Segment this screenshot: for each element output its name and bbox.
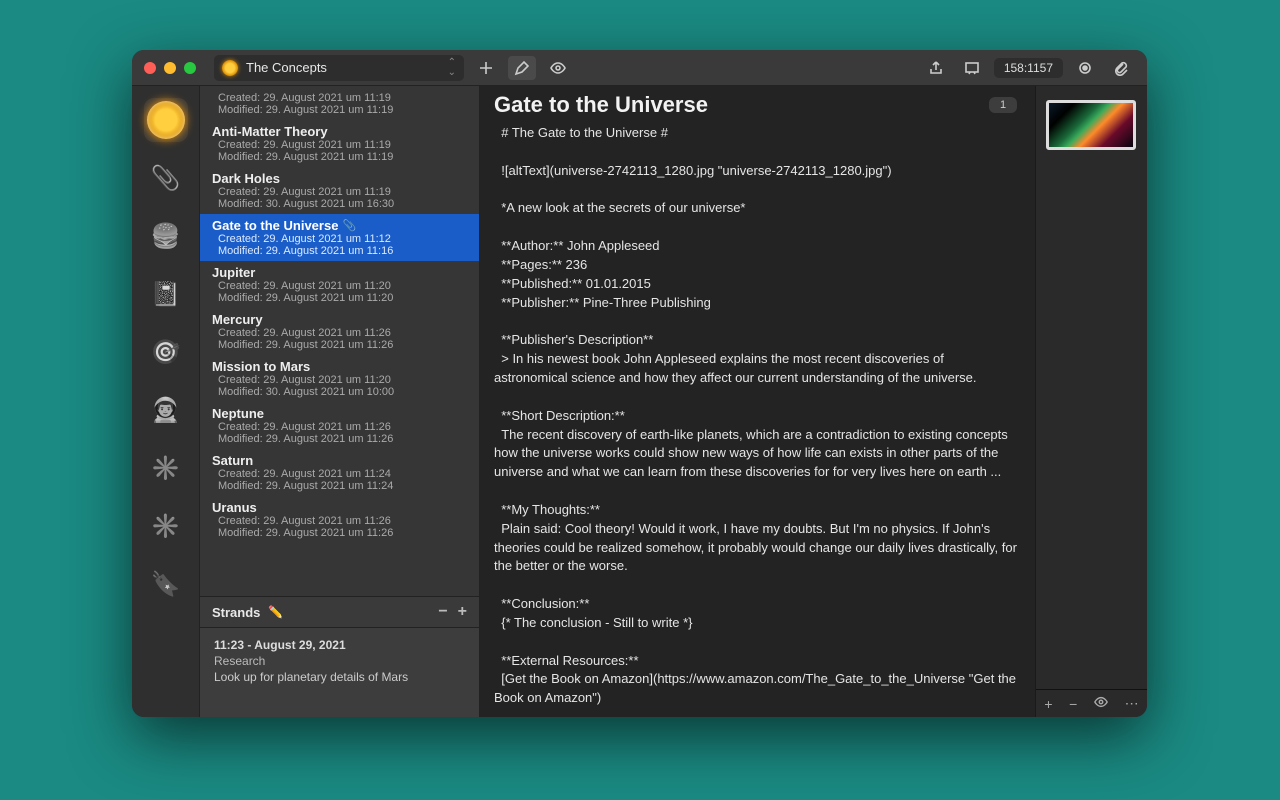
project-name: The Concepts	[246, 60, 327, 75]
note-modified: Modified: 30. August 2021 um 10:00	[212, 386, 467, 398]
note-item[interactable]: Dark HolesCreated: 29. August 2021 um 11…	[200, 167, 479, 214]
note-created: Created: 29. August 2021 um 11:26	[212, 515, 467, 527]
record-button[interactable]	[1071, 56, 1099, 80]
note-modified: Modified: 29. August 2021 um 11:26	[212, 339, 467, 351]
notes-list[interactable]: Created: 29. August 2021 um 11:19Modifie…	[200, 86, 479, 596]
strand-time: 11:23 - August 29, 2021	[214, 638, 465, 652]
window-controls	[144, 62, 196, 74]
editor-pane: Gate to the Universe 1 # The Gate to the…	[480, 86, 1035, 717]
note-item[interactable]: Mission to MarsCreated: 29. August 2021 …	[200, 355, 479, 402]
note-title: Dark Holes	[212, 171, 467, 186]
note-item[interactable]: Anti-Matter TheoryCreated: 29. August 20…	[200, 120, 479, 167]
remove-attachment-button[interactable]: −	[1069, 696, 1077, 712]
note-modified: Modified: 29. August 2021 um 11:16	[212, 245, 467, 257]
category-burger-button[interactable]: 🍔	[144, 214, 188, 258]
project-icon	[222, 60, 238, 76]
app-window: The Concepts ⌃⌄ 158:1157 📎🍔📓🎯👨‍🚀✳️✳	[132, 50, 1147, 717]
attachment-icon: 📎	[342, 219, 356, 232]
strand-detail-tray[interactable]: 11:23 - August 29, 2021 Research Look up…	[200, 627, 479, 717]
annotate-button[interactable]	[958, 56, 986, 80]
note-created: Created: 29. August 2021 um 11:26	[212, 327, 467, 339]
titlebar: The Concepts ⌃⌄ 158:1157	[132, 50, 1147, 86]
main-area: 📎 🍔 📓 🎯 👨‍🚀 ✳️ ✳️ 🔖 Created: 29. August 2021 um…	[132, 86, 1147, 717]
attachment-count-badge[interactable]: 1	[989, 97, 1017, 113]
notes-column: Created: 29. August 2021 um 11:19Modifie…	[200, 86, 480, 717]
add-strand-button[interactable]: +	[458, 603, 467, 621]
note-title: Saturn	[212, 453, 467, 468]
remove-strand-button[interactable]: −	[438, 603, 447, 621]
preview-button[interactable]	[544, 56, 572, 80]
wordcount-display[interactable]: 158:1157	[994, 58, 1063, 78]
category-character-button[interactable]: 👨‍🚀	[144, 388, 188, 432]
strand-text: Look up for planetary details of Mars	[214, 670, 465, 684]
document-title: Gate to the Universe	[494, 92, 708, 118]
edit-button[interactable]	[508, 56, 536, 80]
minimize-button[interactable]	[164, 62, 176, 74]
note-item[interactable]: UranusCreated: 29. August 2021 um 11:26M…	[200, 496, 479, 543]
note-created: Created: 29. August 2021 um 11:12	[212, 233, 467, 245]
note-item[interactable]: Created: 29. August 2021 um 11:19Modifie…	[200, 88, 479, 120]
preview-attachment-button[interactable]	[1094, 695, 1108, 712]
close-button[interactable]	[144, 62, 156, 74]
category-sun-button[interactable]	[144, 98, 188, 142]
sun-icon	[147, 101, 185, 139]
editor-column: Gate to the Universe 1 # The Gate to the…	[480, 86, 1147, 717]
project-selector[interactable]: The Concepts ⌃⌄	[214, 55, 464, 81]
add-attachment-button[interactable]: +	[1044, 696, 1052, 712]
add-button[interactable]	[472, 56, 500, 80]
thumbnail-list[interactable]	[1036, 86, 1147, 689]
note-item[interactable]: SaturnCreated: 29. August 2021 um 11:24M…	[200, 449, 479, 496]
note-created: Created: 29. August 2021 um 11:19	[212, 139, 467, 151]
attachments-panel: + − ⋯	[1035, 86, 1147, 717]
edit-icon[interactable]: ✏️	[268, 605, 283, 619]
note-title: Neptune	[212, 406, 467, 421]
category-iconbar: 📎 🍔 📓 🎯 👨‍🚀 ✳️ ✳️ 🔖	[132, 86, 200, 717]
note-created: Created: 29. August 2021 um 11:19	[212, 92, 467, 104]
note-title: Jupiter	[212, 265, 467, 280]
note-title: Anti-Matter Theory	[212, 124, 467, 139]
note-modified: Modified: 29. August 2021 um 11:26	[212, 527, 467, 539]
note-item[interactable]: JupiterCreated: 29. August 2021 um 11:20…	[200, 261, 479, 308]
note-modified: Modified: 29. August 2021 um 11:19	[212, 104, 467, 116]
attachments-toolbar: + − ⋯	[1036, 689, 1147, 717]
note-item[interactable]: Gate to the Universe📎Created: 29. August…	[200, 214, 479, 261]
category-bookmark-button[interactable]: 🔖	[144, 562, 188, 606]
note-title: Mission to Mars	[212, 359, 467, 374]
chevron-updown-icon: ⌃⌄	[448, 58, 456, 78]
document-header: Gate to the Universe 1	[480, 86, 1035, 122]
note-modified: Modified: 30. August 2021 um 16:30	[212, 198, 467, 210]
category-target-button[interactable]: 🎯	[144, 330, 188, 374]
attachments-button[interactable]	[1107, 56, 1135, 80]
note-modified: Modified: 29. August 2021 um 11:24	[212, 480, 467, 492]
attachment-thumbnail[interactable]	[1046, 100, 1136, 150]
note-modified: Modified: 29. August 2021 um 11:26	[212, 433, 467, 445]
note-created: Created: 29. August 2021 um 11:19	[212, 186, 467, 198]
note-title: Gate to the Universe📎	[212, 218, 467, 233]
note-created: Created: 29. August 2021 um 11:26	[212, 421, 467, 433]
share-button[interactable]	[922, 56, 950, 80]
note-item[interactable]: MercuryCreated: 29. August 2021 um 11:26…	[200, 308, 479, 355]
note-modified: Modified: 29. August 2021 um 11:19	[212, 151, 467, 163]
note-modified: Modified: 29. August 2021 um 11:20	[212, 292, 467, 304]
strand-label: Research	[214, 654, 465, 668]
note-created: Created: 29. August 2021 um 11:20	[212, 280, 467, 292]
category-badge2-button[interactable]: ✳️	[144, 504, 188, 548]
strands-header[interactable]: Strands ✏️ − +	[200, 596, 479, 627]
more-attachment-button[interactable]: ⋯	[1125, 695, 1139, 712]
note-created: Created: 29. August 2021 um 11:24	[212, 468, 467, 480]
note-created: Created: 29. August 2021 um 11:20	[212, 374, 467, 386]
note-title: Mercury	[212, 312, 467, 327]
strands-label: Strands	[212, 605, 260, 620]
category-attachments-button[interactable]: 📎	[144, 156, 188, 200]
category-notepad-button[interactable]: 📓	[144, 272, 188, 316]
editor-body[interactable]: # The Gate to the Universe # ![altText](…	[480, 122, 1035, 717]
maximize-button[interactable]	[184, 62, 196, 74]
category-badge1-button[interactable]: ✳️	[144, 446, 188, 490]
note-title: Uranus	[212, 500, 467, 515]
note-item[interactable]: NeptuneCreated: 29. August 2021 um 11:26…	[200, 402, 479, 449]
